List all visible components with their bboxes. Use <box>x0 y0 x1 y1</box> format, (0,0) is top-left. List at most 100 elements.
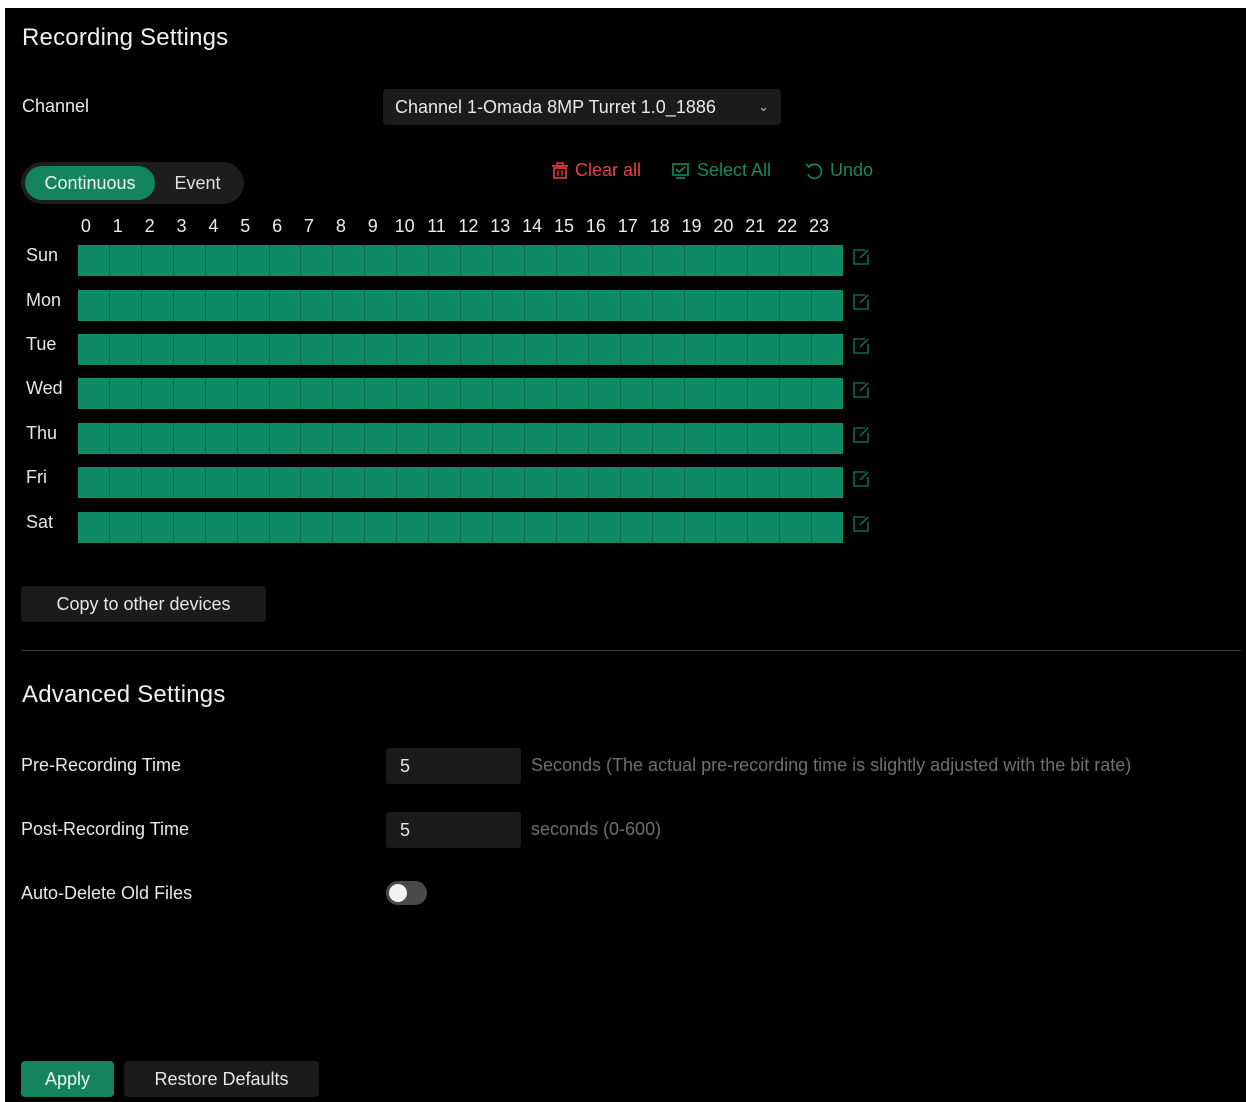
schedule-cell[interactable] <box>397 467 430 498</box>
schedule-cell[interactable] <box>780 245 813 276</box>
schedule-cell[interactable] <box>269 378 302 409</box>
schedule-cell[interactable] <box>652 290 685 321</box>
schedule-cell[interactable] <box>780 290 813 321</box>
schedule-cell[interactable] <box>173 290 206 321</box>
schedule-cell[interactable] <box>333 423 366 454</box>
schedule-cell[interactable] <box>78 290 110 321</box>
schedule-cell[interactable] <box>492 467 525 498</box>
schedule-cell[interactable] <box>684 245 717 276</box>
schedule-cell[interactable] <box>684 467 717 498</box>
schedule-cell[interactable] <box>652 512 685 543</box>
schedule-cell[interactable] <box>301 467 334 498</box>
schedule-cell[interactable] <box>812 467 844 498</box>
schedule-cell[interactable] <box>205 423 238 454</box>
schedule-cell[interactable] <box>333 512 366 543</box>
schedule-cell[interactable] <box>237 423 270 454</box>
schedule-cell[interactable] <box>492 378 525 409</box>
schedule-cell[interactable] <box>556 423 589 454</box>
schedule-cell[interactable] <box>141 334 174 365</box>
schedule-cell[interactable] <box>173 245 206 276</box>
schedule-cell[interactable] <box>429 334 462 365</box>
schedule-cell[interactable] <box>78 378 110 409</box>
select-all-button[interactable]: Select All <box>671 160 771 181</box>
schedule-cell[interactable] <box>716 467 749 498</box>
schedule-cell[interactable] <box>269 245 302 276</box>
schedule-cell[interactable] <box>269 290 302 321</box>
schedule-cell[interactable] <box>716 378 749 409</box>
schedule-cell[interactable] <box>109 378 142 409</box>
schedule-cell[interactable] <box>141 467 174 498</box>
schedule-cell[interactable] <box>556 467 589 498</box>
schedule-cell[interactable] <box>684 378 717 409</box>
schedule-cell[interactable] <box>333 378 366 409</box>
schedule-cell[interactable] <box>461 467 493 498</box>
schedule-cell[interactable] <box>109 512 142 543</box>
schedule-cell[interactable] <box>748 334 781 365</box>
apply-button[interactable]: Apply <box>21 1061 114 1097</box>
schedule-cell[interactable] <box>205 512 238 543</box>
schedule-cell[interactable] <box>78 334 110 365</box>
schedule-cell[interactable] <box>524 378 557 409</box>
schedule-cell[interactable] <box>684 512 717 543</box>
schedule-cell[interactable] <box>109 467 142 498</box>
restore-defaults-button[interactable]: Restore Defaults <box>124 1061 319 1097</box>
schedule-cell[interactable] <box>812 290 844 321</box>
schedule-cell[interactable] <box>237 378 270 409</box>
schedule-cell[interactable] <box>652 245 685 276</box>
schedule-cell[interactable] <box>716 423 749 454</box>
schedule-cell[interactable] <box>301 378 334 409</box>
edit-icon[interactable] <box>851 336 871 356</box>
schedule-cell[interactable] <box>780 512 813 543</box>
schedule-cell[interactable] <box>269 334 302 365</box>
schedule-cell[interactable] <box>812 512 844 543</box>
schedule-cell[interactable] <box>141 290 174 321</box>
schedule-cell[interactable] <box>237 290 270 321</box>
schedule-cell[interactable] <box>812 334 844 365</box>
schedule-cell[interactable] <box>556 290 589 321</box>
schedule-cell[interactable] <box>78 467 110 498</box>
schedule-cell[interactable] <box>780 378 813 409</box>
schedule-cell[interactable] <box>301 512 334 543</box>
schedule-cell[interactable] <box>397 512 430 543</box>
schedule-cell[interactable] <box>78 423 110 454</box>
schedule-cell[interactable] <box>461 423 493 454</box>
edit-icon[interactable] <box>851 469 871 489</box>
schedule-cell[interactable] <box>492 512 525 543</box>
schedule-cell[interactable] <box>429 423 462 454</box>
schedule-cell[interactable] <box>365 512 398 543</box>
schedule-cell[interactable] <box>333 467 366 498</box>
schedule-cell[interactable] <box>237 245 270 276</box>
copy-to-other-devices-button[interactable]: Copy to other devices <box>21 586 266 622</box>
schedule-cell[interactable] <box>524 512 557 543</box>
schedule-cell[interactable] <box>78 512 110 543</box>
schedule-cell[interactable] <box>492 290 525 321</box>
schedule-cell[interactable] <box>524 423 557 454</box>
schedule-cell[interactable] <box>620 245 653 276</box>
schedule-cell[interactable] <box>333 245 366 276</box>
schedule-cell[interactable] <box>524 290 557 321</box>
edit-icon[interactable] <box>851 380 871 400</box>
schedule-cell[interactable] <box>620 334 653 365</box>
schedule-cell[interactable] <box>461 512 493 543</box>
edit-icon[interactable] <box>851 247 871 267</box>
schedule-cell[interactable] <box>556 245 589 276</box>
schedule-cell[interactable] <box>524 467 557 498</box>
schedule-cell[interactable] <box>588 334 621 365</box>
post-recording-input[interactable]: 5 <box>386 812 521 848</box>
tab-continuous[interactable]: Continuous <box>25 166 155 200</box>
schedule-cell[interactable] <box>812 378 844 409</box>
schedule-cell[interactable] <box>684 290 717 321</box>
schedule-cell[interactable] <box>780 423 813 454</box>
schedule-cell[interactable] <box>365 290 398 321</box>
edit-icon[interactable] <box>851 292 871 312</box>
schedule-cell[interactable] <box>556 378 589 409</box>
schedule-cell[interactable] <box>173 334 206 365</box>
schedule-cell[interactable] <box>492 423 525 454</box>
schedule-cell[interactable] <box>588 423 621 454</box>
schedule-cell[interactable] <box>141 423 174 454</box>
schedule-cell[interactable] <box>397 290 430 321</box>
schedule-cell[interactable] <box>397 245 430 276</box>
schedule-cell[interactable] <box>812 423 844 454</box>
auto-delete-toggle[interactable] <box>386 881 427 905</box>
schedule-cell[interactable] <box>429 467 462 498</box>
